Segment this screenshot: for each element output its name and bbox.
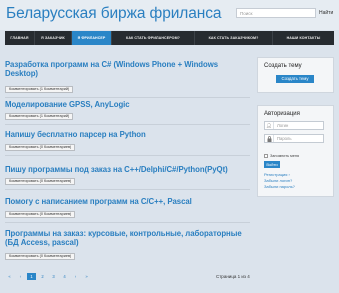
list-item: Помогу с написанием программ на С/С++, P… xyxy=(5,197,250,206)
login-button[interactable]: Войти xyxy=(264,161,280,168)
divider xyxy=(5,189,250,190)
post-title[interactable]: Разработка программ на C# (Windows Phone… xyxy=(5,60,250,78)
forgot-password-link[interactable]: Забыли пароль? xyxy=(264,184,295,189)
search-button[interactable]: Найти xyxy=(319,8,333,18)
register-link[interactable]: Регистрация › xyxy=(264,172,290,177)
create-topic-title: Создать тему xyxy=(264,63,302,69)
main-nav: ГЛАВНАЯ Я ЗАКАЗЧИК Я ФРИЛАНСЕР КАК СТАТЬ… xyxy=(5,31,334,45)
post-list: Разработка программ на C# (Windows Phone… xyxy=(5,48,250,290)
post-title[interactable]: Напишу бесплатно парсер на Python xyxy=(5,130,250,139)
divider xyxy=(5,124,250,125)
nav-item-customer[interactable]: Я ЗАКАЗЧИК xyxy=(35,31,72,45)
register-label: Регистрация xyxy=(264,172,288,177)
password-field[interactable]: Пароль xyxy=(264,134,324,143)
site-title[interactable]: Беларусская биржа фриланса xyxy=(6,5,221,23)
post-title[interactable]: Пишу программы под заказ на C++/Delphi/C… xyxy=(5,165,250,174)
site-header: Беларусская биржа фриланса Поиск Найти xyxy=(0,0,339,30)
last-page-link[interactable]: » xyxy=(82,273,91,280)
auth-box: Авторизация 👤︎ Логин Пароль Запомнить ме… xyxy=(257,105,334,197)
login-placeholder: Логин xyxy=(277,123,289,128)
remember-checkbox[interactable] xyxy=(264,154,268,158)
page-info: Страница 1 из 4 xyxy=(216,274,250,279)
comment-button[interactable]: Комментировать (0 Комментариев) xyxy=(5,144,76,151)
divider xyxy=(5,155,250,156)
list-item: Моделирование GPSS, AnyLogic xyxy=(5,100,250,109)
comment-button[interactable]: Комментировать (0 Комментариев) xyxy=(5,211,76,218)
comment-button[interactable]: Комментировать (0 Комментариев) xyxy=(5,178,76,185)
nav-item-how-freelancer[interactable]: КАК СТАТЬ ФРИЛАНСЕРОМ? xyxy=(112,31,195,45)
auth-title: Авторизация xyxy=(264,111,300,117)
divider xyxy=(5,222,250,223)
nav-item-home[interactable]: ГЛАВНАЯ xyxy=(5,31,35,45)
pagination: « ‹ 1 2 3 4 › » xyxy=(5,273,91,280)
page-link-1[interactable]: 1 xyxy=(27,273,36,280)
comment-button[interactable]: Комментировать (1 Комментарий) xyxy=(5,86,74,93)
divider xyxy=(5,97,250,98)
remember-me[interactable]: Запомнить меня xyxy=(264,154,299,158)
create-topic-button[interactable]: Создать тему xyxy=(276,75,314,83)
remember-label: Запомнить меня xyxy=(270,154,300,158)
list-item: Программы на заказ: курсовые, контрольны… xyxy=(5,229,250,247)
nav-item-how-customer[interactable]: КАК СТАТЬ ЗАКАЗЧИКОМ? xyxy=(195,31,273,45)
login-field[interactable]: 👤︎ Логин xyxy=(264,121,324,130)
page-link-2[interactable]: 2 xyxy=(38,273,47,280)
list-item: Пишу программы под заказ на C++/Delphi/C… xyxy=(5,165,250,174)
arrow-right-icon: › xyxy=(288,172,290,177)
forgot-login-link[interactable]: Забыли логин? xyxy=(264,178,292,183)
search-input[interactable]: Поиск xyxy=(236,8,316,18)
password-placeholder: Пароль xyxy=(277,136,292,141)
list-item: Разработка программ на C# (Windows Phone… xyxy=(5,60,250,78)
comment-button[interactable]: Комментировать (0 Комментариев) xyxy=(5,253,76,260)
list-item: Напишу бесплатно парсер на Python xyxy=(5,130,250,139)
create-topic-box: Создать тему Создать тему xyxy=(257,57,334,93)
first-page-link[interactable]: « xyxy=(5,273,14,280)
nav-item-freelancer[interactable]: Я ФРИЛАНСЕР xyxy=(72,31,112,45)
post-title[interactable]: Помогу с написанием программ на С/С++, P… xyxy=(5,197,250,206)
nav-item-contacts[interactable]: НАШИ КОНТАКТЫ xyxy=(273,31,334,45)
post-title[interactable]: Программы на заказ: курсовые, контрольны… xyxy=(5,229,250,247)
prev-page-link[interactable]: ‹ xyxy=(16,273,25,280)
next-page-link[interactable]: › xyxy=(71,273,80,280)
page-link-4[interactable]: 4 xyxy=(60,273,69,280)
user-icon: 👤︎ xyxy=(265,122,274,129)
post-title[interactable]: Моделирование GPSS, AnyLogic xyxy=(5,100,250,109)
lock-icon xyxy=(265,135,274,142)
comment-button[interactable]: Комментировать (1 Комментарий) xyxy=(5,113,74,120)
page-link-3[interactable]: 3 xyxy=(49,273,58,280)
